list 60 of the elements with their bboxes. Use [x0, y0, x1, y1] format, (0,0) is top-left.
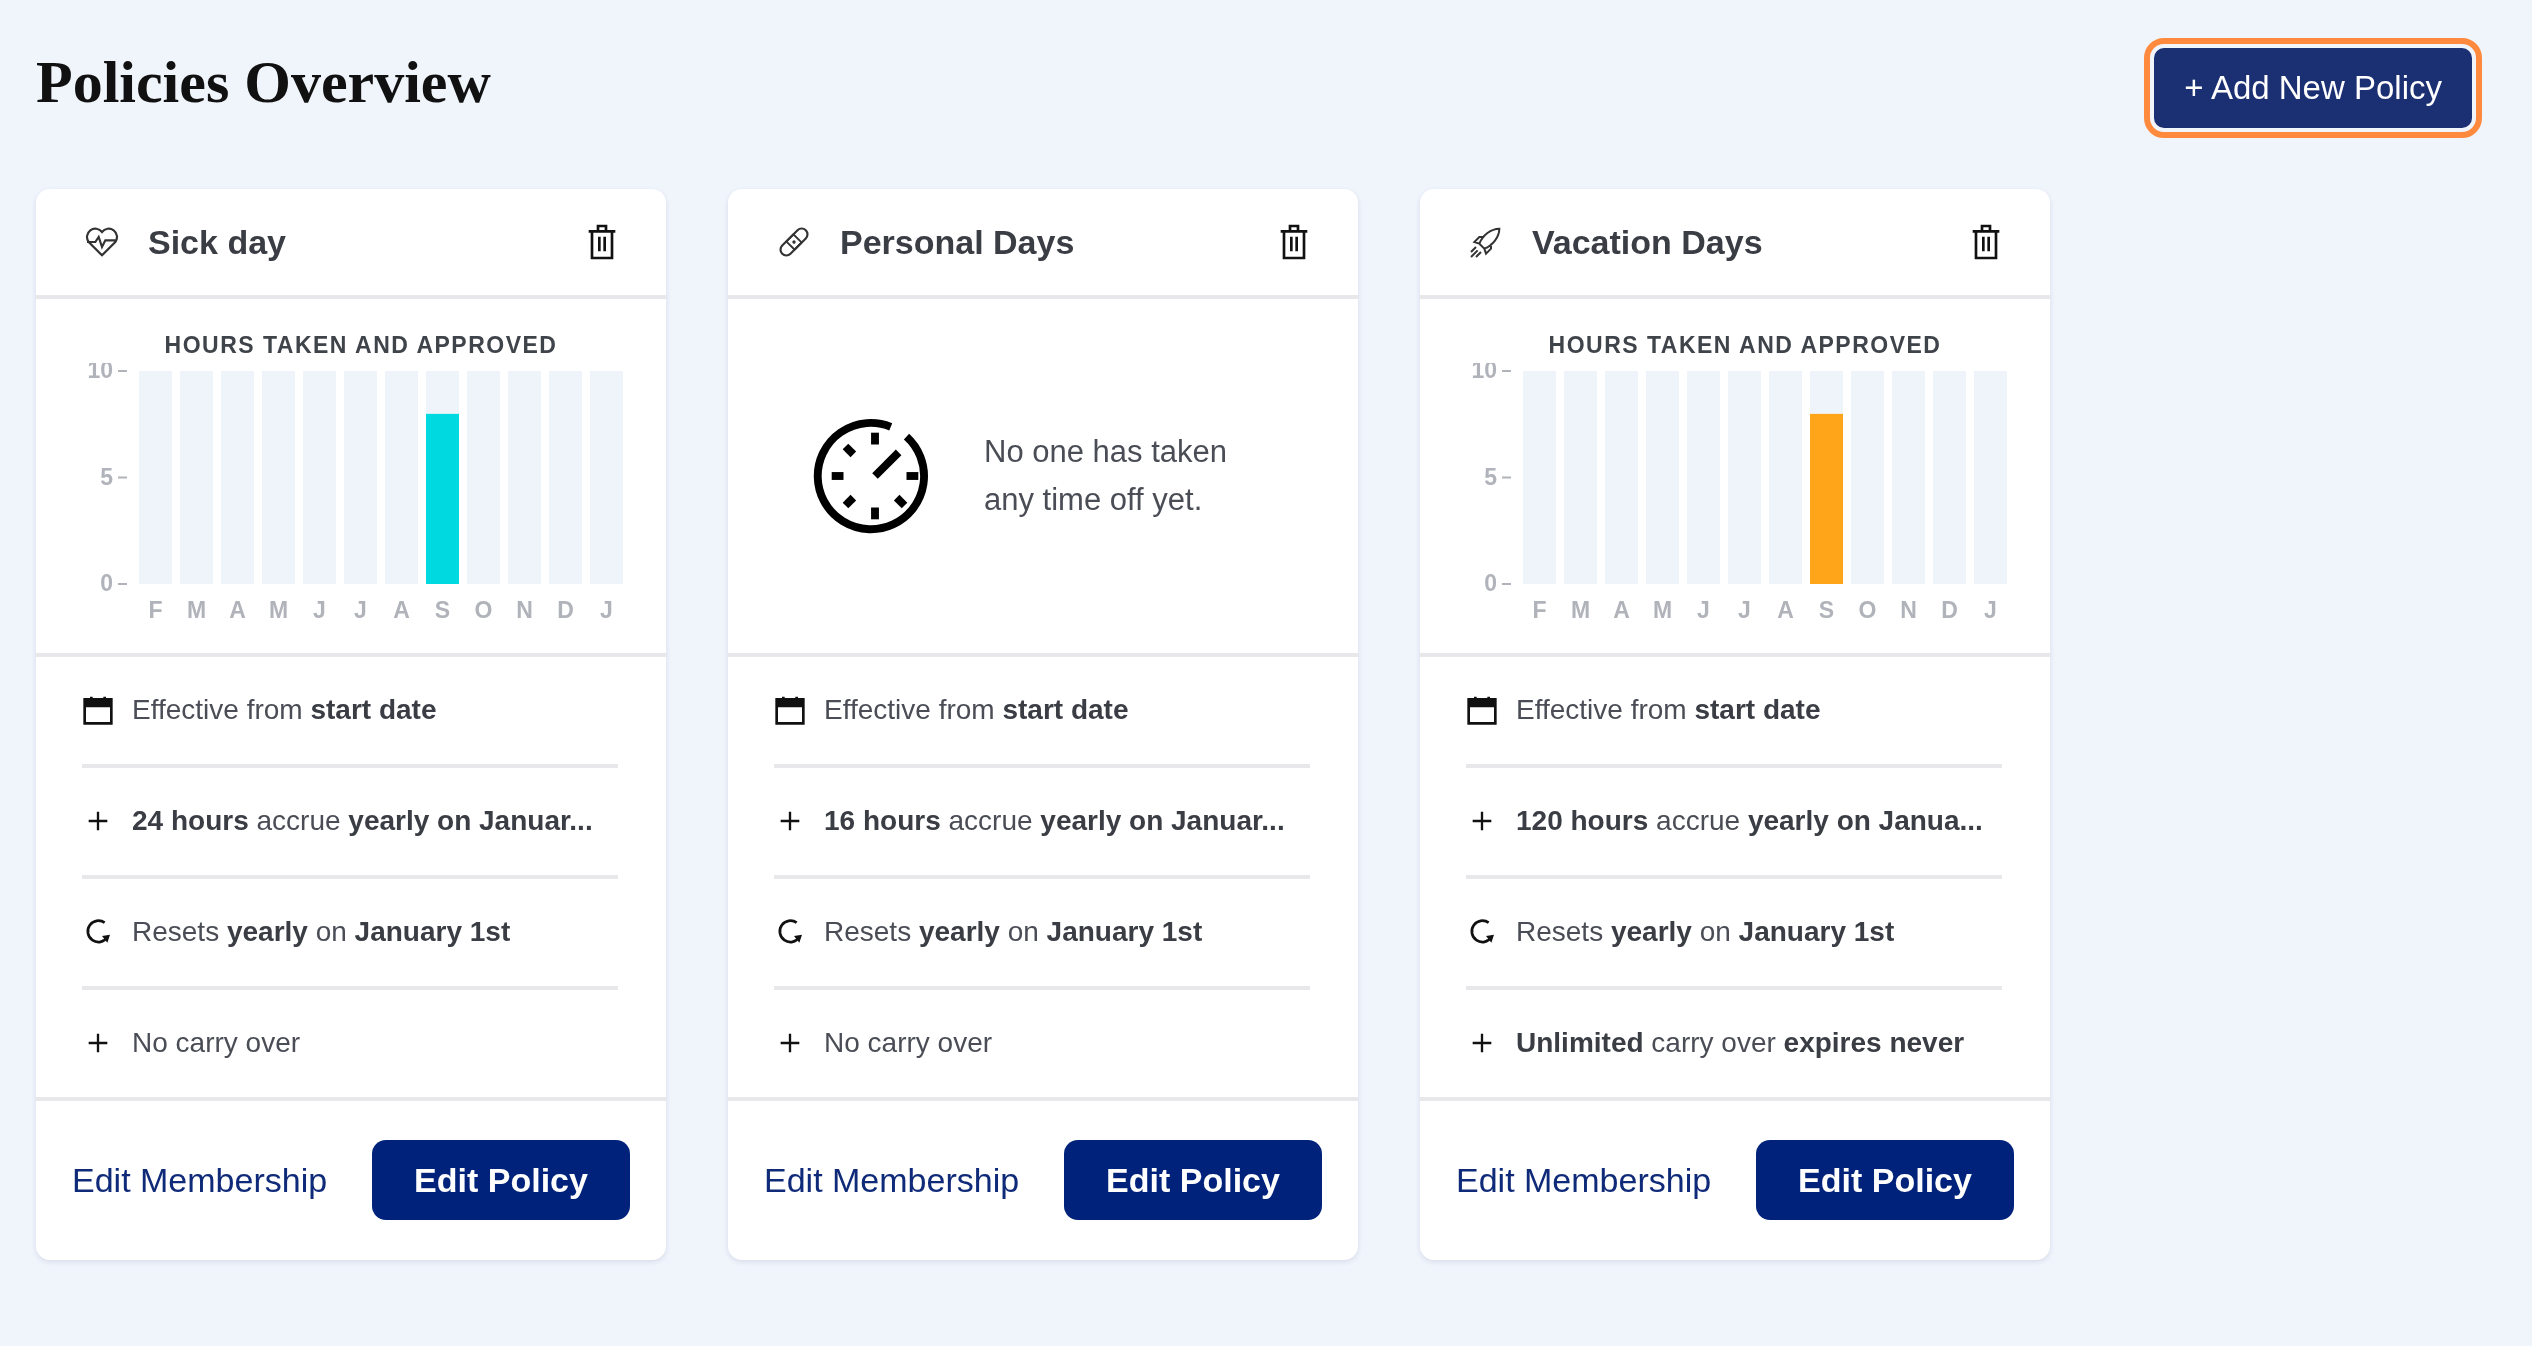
month-label: A	[1613, 597, 1630, 624]
month-label: M	[1570, 597, 1591, 624]
policy-detail-text: Resets yearly on January 1st	[132, 916, 511, 949]
policy-title: Sick day	[148, 222, 287, 262]
policy-detail-text: 120 hours accrue yearly on Janua...	[1516, 805, 1983, 838]
empty-state-message: No one has taken any time off yet.	[984, 432, 1228, 519]
month-label: J	[313, 597, 326, 624]
y-axis-tick: 0	[100, 570, 128, 597]
month-label: A	[229, 597, 246, 624]
month-label: F	[148, 597, 163, 624]
policy-detail-text: Effective from start date	[132, 694, 437, 727]
month-label: M	[268, 597, 289, 624]
edit-membership-link[interactable]: Edit Membership	[1456, 1160, 1712, 1200]
month-label: S	[1818, 597, 1835, 624]
policy-detail-text: 24 hours accrue yearly on Januar...	[132, 805, 593, 838]
edit-membership-link[interactable]: Edit Membership	[764, 1160, 1020, 1200]
month-label: J	[1984, 597, 1997, 624]
policy-detail-text: No carry over	[824, 1027, 993, 1060]
y-axis-tick: 5	[100, 463, 128, 490]
y-axis-tick: 5	[1484, 463, 1512, 490]
month-label: J	[600, 597, 613, 624]
page-title: Policies Overview	[36, 47, 491, 117]
y-tick-label: 0	[100, 570, 113, 597]
policy-detail-text: Resets yearly on January 1st	[1516, 916, 1895, 949]
chart-title: HOURS TAKEN AND APPROVED	[1547, 332, 1942, 360]
month-label: D	[1941, 597, 1958, 624]
policy-detail-text: Unlimited carry over expires never	[1516, 1027, 1965, 1060]
y-tick-label: 5	[1484, 463, 1498, 490]
month-label: N	[1900, 597, 1917, 624]
month-label: O	[474, 597, 493, 624]
month-label: D	[557, 597, 574, 624]
month-label: J	[1738, 597, 1751, 624]
month-label: J	[354, 597, 367, 624]
policy-detail-text: Effective from start date	[1516, 694, 1821, 727]
edit-membership-link[interactable]: Edit Membership	[72, 1160, 328, 1200]
policy-detail-text: Resets yearly on January 1st	[824, 916, 1203, 949]
y-axis-tick: 0	[1484, 570, 1512, 597]
month-label: A	[393, 597, 410, 624]
edit-policy-button[interactable]: Edit Policy	[372, 1140, 630, 1221]
month-label: M	[186, 597, 207, 624]
policy-title: Personal Days	[840, 222, 1076, 262]
y-tick-label: 0	[1484, 570, 1497, 597]
month-label: A	[1777, 597, 1794, 624]
month-label: M	[1652, 597, 1673, 624]
chart-title: HOURS TAKEN AND APPROVED	[163, 332, 558, 360]
calendar-icon	[82, 694, 114, 727]
edit-policy-button[interactable]: Edit Policy	[1064, 1140, 1322, 1221]
month-label: J	[1697, 597, 1710, 624]
month-label: N	[516, 597, 533, 624]
month-label: F	[1532, 597, 1547, 624]
month-label: S	[434, 597, 451, 624]
calendar-icon	[1466, 694, 1498, 727]
policy-detail-text: Effective from start date	[824, 694, 1129, 727]
edit-policy-button[interactable]: Edit Policy	[1756, 1140, 2014, 1221]
calendar-icon	[774, 694, 806, 727]
policy-detail-text: 16 hours accrue yearly on Januar...	[824, 805, 1285, 838]
policy-detail-text: No carry over	[132, 1027, 301, 1060]
policy-title: Vacation Days	[1532, 222, 1764, 262]
y-tick-label: 5	[100, 463, 114, 490]
month-label: O	[1858, 597, 1877, 624]
